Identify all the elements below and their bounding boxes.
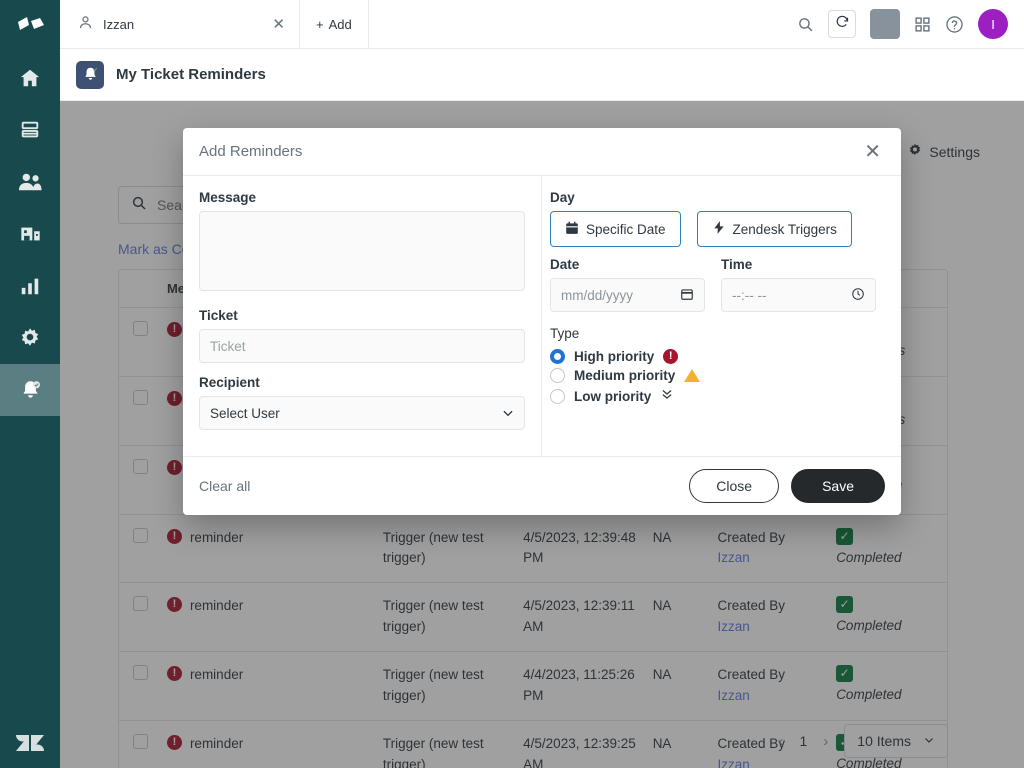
clear-all-link[interactable]: Clear all (199, 478, 689, 494)
topbar-actions: I (797, 0, 1024, 48)
modal-title: Add Reminders (199, 143, 864, 160)
date-value: mm/dd/yyyy (561, 288, 633, 303)
placeholder-block[interactable] (870, 9, 900, 39)
type-label: Type (550, 326, 885, 341)
specific-date-label: Specific Date (586, 222, 666, 237)
add-tab-label: Add (329, 17, 352, 32)
home-icon (19, 67, 41, 89)
modal-header: Add Reminders ✕ (183, 128, 901, 176)
sidebar-item-customers[interactable] (0, 156, 60, 208)
type-option-1[interactable]: Medium priority (550, 368, 885, 383)
day-options: Specific Date Zendesk Triggers (550, 211, 885, 247)
modal-right-column: Day Specific Date Zendesk Triggers (542, 176, 901, 456)
calendar-picker-icon[interactable] (680, 287, 694, 304)
sidebar-item-reporting[interactable] (0, 260, 60, 312)
time-label: Time (721, 257, 876, 272)
type-option-label: Medium priority (574, 368, 675, 383)
radio-0[interactable] (550, 349, 565, 364)
topbar-spacer (369, 0, 797, 48)
sidebar-item-admin[interactable] (0, 312, 60, 364)
high-priority-icon: ! (663, 349, 678, 364)
save-button[interactable]: Save (791, 469, 885, 503)
low-priority-icon (660, 387, 674, 406)
reporting-bar-chart-icon (19, 275, 41, 297)
customers-people-icon (18, 171, 42, 193)
type-option-label: Low priority (574, 389, 651, 404)
date-input[interactable]: mm/dd/yyyy (550, 278, 705, 312)
organizations-building-icon (19, 223, 42, 245)
type-option-0[interactable]: High priority! (550, 348, 885, 364)
type-option-2[interactable]: Low priority (550, 387, 885, 406)
gear-icon (19, 327, 41, 349)
spacer (199, 363, 525, 375)
sidebar-item-home[interactable] (0, 52, 60, 104)
date-time-row: Date mm/dd/yyyy Time --:-- -- (550, 257, 885, 312)
medium-priority-icon (684, 369, 700, 382)
views-list-icon (19, 119, 41, 141)
zendesk-triggers-label: Zendesk Triggers (733, 222, 837, 237)
spacer (199, 296, 525, 308)
radio-2[interactable] (550, 389, 565, 404)
zendesk-app-logo-icon (15, 16, 45, 38)
time-value: --:-- -- (732, 288, 766, 303)
sidebar-item-reminders[interactable] (0, 364, 60, 416)
recipient-label: Recipient (199, 375, 525, 390)
date-column: Date mm/dd/yyyy (550, 257, 705, 312)
ticket-input[interactable] (199, 329, 525, 363)
grid-apps-icon[interactable] (914, 16, 931, 33)
modal-footer: Clear all Close Save (183, 456, 901, 515)
radio-1[interactable] (550, 368, 565, 383)
tab-izzan[interactable]: Izzan ✕ (60, 0, 300, 48)
avatar[interactable]: I (978, 9, 1008, 39)
type-radio-group: High priority! Medium priority Low priorit… (550, 348, 885, 406)
message-textarea[interactable] (199, 211, 525, 291)
recipient-select-wrapper: Select User (199, 396, 525, 430)
time-column: Time --:-- -- (721, 257, 876, 312)
modal-body: Message Ticket Recipient Select User Day (183, 176, 901, 456)
close-icon[interactable]: ✕ (864, 142, 881, 162)
top-tab-bar: Izzan ✕ + Add I (60, 0, 1024, 49)
time-input[interactable]: --:-- -- (721, 278, 876, 312)
help-question-icon[interactable] (945, 15, 964, 34)
calendar-icon (565, 221, 579, 238)
left-nav-rail (0, 0, 60, 768)
message-label: Message (199, 190, 525, 205)
close-icon[interactable]: ✕ (272, 17, 285, 32)
modal-left-column: Message Ticket Recipient Select User (183, 176, 542, 456)
app-header: My Ticket Reminders (60, 49, 1024, 101)
day-label: Day (550, 190, 885, 205)
refresh-button[interactable] (828, 10, 856, 38)
recipient-select[interactable]: Select User (199, 396, 525, 430)
plus-icon: + (316, 17, 324, 32)
bell-icon (19, 379, 42, 402)
zendesk-triggers-button[interactable]: Zendesk Triggers (697, 211, 852, 247)
clock-icon[interactable] (851, 287, 865, 304)
tab-label: Izzan (103, 17, 262, 32)
lightning-bolt-icon (712, 220, 726, 238)
specific-date-button[interactable]: Specific Date (550, 211, 681, 247)
search-icon[interactable] (797, 16, 814, 33)
close-button[interactable]: Close (689, 469, 779, 503)
refresh-icon (835, 14, 850, 34)
ticket-label: Ticket (199, 308, 525, 323)
type-option-label: High priority (574, 349, 654, 364)
date-label: Date (550, 257, 705, 272)
add-tab-button[interactable]: + Add (300, 0, 369, 48)
zendesk-logo-icon (0, 732, 60, 754)
add-reminders-modal: Add Reminders ✕ Message Ticket Recipient… (183, 128, 901, 515)
page-title: My Ticket Reminders (116, 66, 266, 83)
user-icon (78, 15, 93, 33)
sidebar-item-views[interactable] (0, 104, 60, 156)
sidebar-item-organizations[interactable] (0, 208, 60, 260)
bell-app-icon (76, 61, 104, 89)
